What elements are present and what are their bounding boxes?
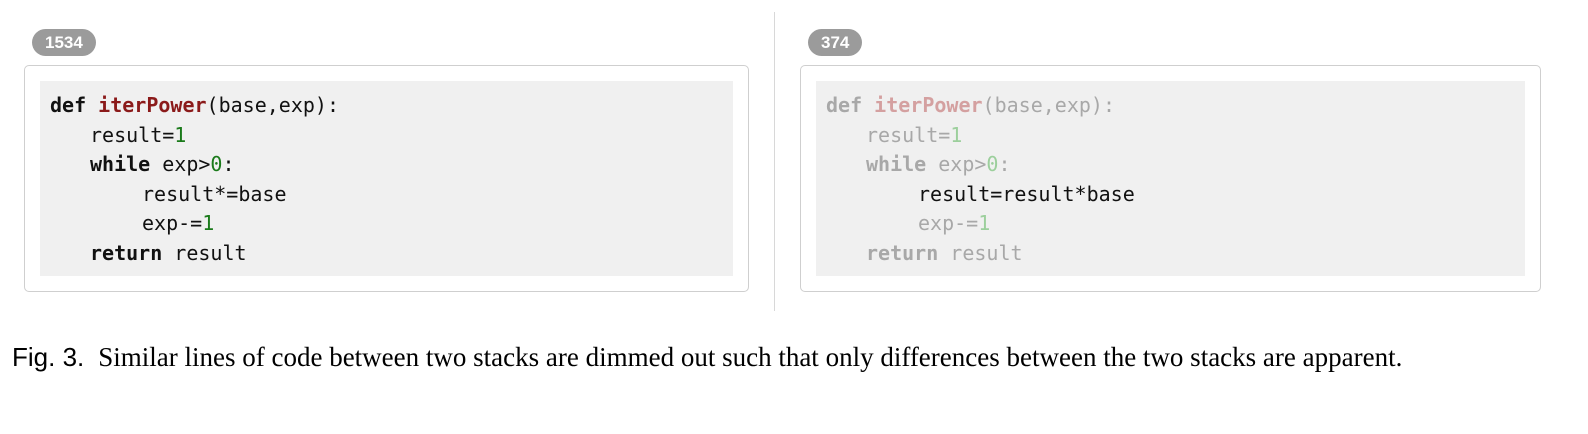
code-line: def iterPower(base,exp):: [50, 91, 339, 119]
code-token: result=: [866, 122, 951, 147]
code-token: exp>: [162, 152, 211, 176]
code-line: result=result*base: [918, 180, 1135, 208]
panel-divider: [774, 12, 775, 311]
code-token: result*=base: [142, 181, 287, 206]
stack-card[interactable]: def iterPower(base,exp): result=1 while ex…: [800, 65, 1541, 292]
stack-count-badge: 1534: [32, 29, 96, 56]
code-token: exp-=: [142, 211, 203, 235]
code-token: :: [222, 152, 235, 176]
code-token: def: [826, 93, 875, 117]
code-token: 1: [950, 122, 963, 147]
code-line: return result: [866, 239, 1023, 267]
figure-caption: Fig. 3. Similar lines of code between two…: [12, 340, 1557, 375]
code-line: result=1: [866, 121, 962, 149]
code-token: result=result*base: [918, 181, 1135, 206]
code-token: iterPower: [874, 93, 983, 117]
code-line: exp-=1: [918, 209, 990, 237]
code-token: (base,exp):: [206, 93, 339, 117]
code-token: return: [90, 240, 175, 265]
code-block: def iterPower(base,exp): result=1 while ex…: [816, 81, 1525, 276]
code-token: return: [866, 240, 951, 265]
code-line: def iterPower(base,exp):: [826, 91, 1115, 119]
stack-card[interactable]: def iterPower(base,exp): result=1 while ex…: [24, 65, 749, 292]
code-token: def: [50, 93, 99, 117]
code-line: while exp>0:: [866, 150, 1011, 178]
code-line: result*=base: [142, 180, 287, 208]
code-token: result=: [90, 122, 175, 147]
code-block: def iterPower(base,exp): result=1 while ex…: [40, 81, 733, 276]
code-token: 0: [986, 152, 999, 176]
code-token: result: [174, 240, 247, 265]
code-token: while: [90, 152, 163, 176]
code-token: 0: [210, 152, 223, 176]
code-token: while: [866, 152, 939, 176]
code-line: exp-=1: [142, 209, 214, 237]
code-token: iterPower: [98, 93, 207, 117]
code-token: :: [998, 152, 1011, 176]
code-line: return result: [90, 239, 247, 267]
code-token: 1: [202, 211, 215, 235]
stack-count-badge: 374: [808, 29, 863, 56]
code-token: 1: [174, 122, 187, 147]
code-token: result: [950, 240, 1023, 265]
code-token: exp-=: [918, 211, 979, 235]
figure-label: Fig. 3.: [12, 342, 85, 372]
code-line: result=1: [90, 121, 186, 149]
code-line: while exp>0:: [90, 150, 235, 178]
code-token: exp>: [938, 152, 987, 176]
code-token: (base,exp):: [982, 93, 1115, 117]
caption-text: Similar lines of code between two stacks…: [98, 342, 1403, 372]
code-token: 1: [978, 211, 991, 235]
